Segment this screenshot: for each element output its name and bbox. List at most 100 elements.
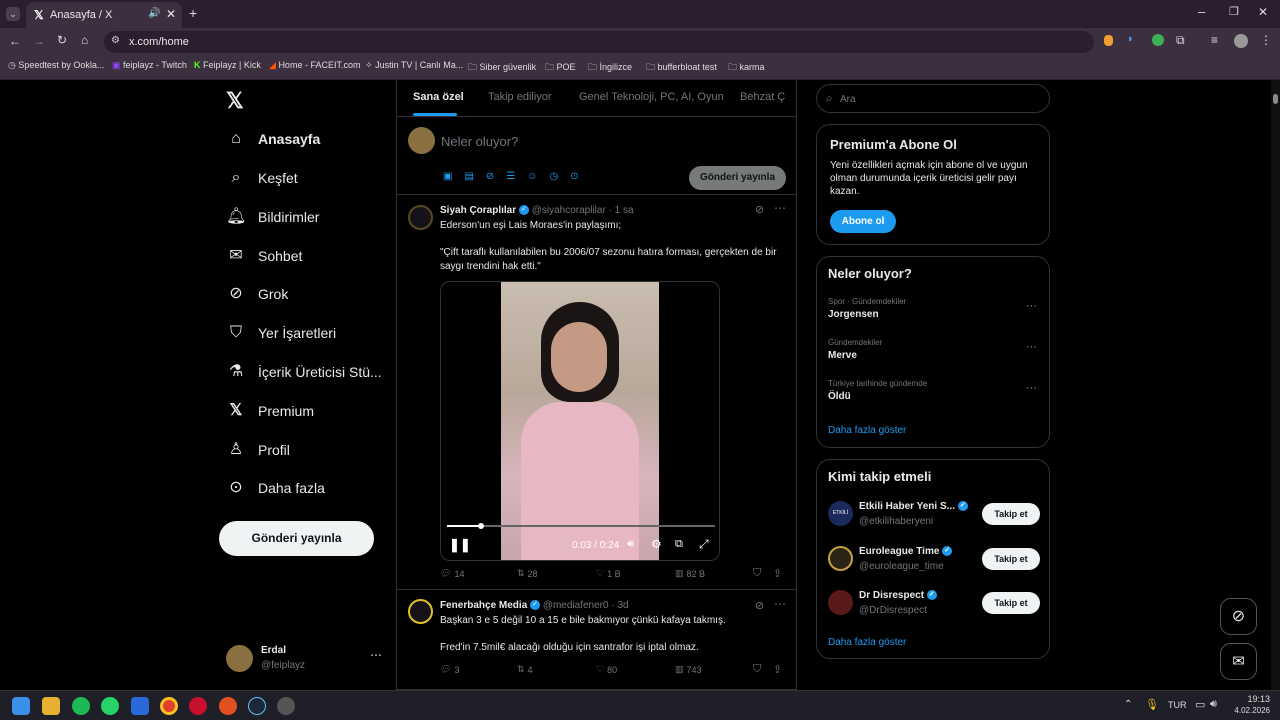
fullscreen-icon[interactable]: ⤢	[699, 537, 709, 552]
nav-creator-studio[interactable]: ⚗ İçerik Üreticisi Stü...	[226, 359, 382, 385]
like-button[interactable]: ♡ 80	[596, 664, 617, 675]
bookmark-item[interactable]: ◢ Home - FACEIT.com	[269, 60, 360, 71]
steam-icon[interactable]	[248, 697, 266, 715]
grok-icon[interactable]: ⊘	[755, 599, 764, 612]
avatar[interactable]	[408, 599, 433, 624]
video-progress-track[interactable]	[447, 523, 715, 529]
tab-search-icon[interactable]: ⌄	[6, 7, 20, 21]
chevron-up-icon[interactable]: ⌃	[1124, 699, 1132, 710]
compose-post-button[interactable]: Gönderi yayınla	[689, 166, 786, 190]
bookmark-item[interactable]: K Feiplayz | Kick	[194, 60, 261, 70]
picture-in-picture-icon[interactable]: ⧉	[675, 538, 683, 551]
like-button[interactable]: ♡ 1 B	[596, 568, 621, 579]
bookmark-item[interactable]: ✧ Justin TV | Canlı Ma...	[365, 60, 463, 71]
search-box[interactable]: ⌕ Ara	[816, 84, 1050, 113]
back-icon[interactable]: ←	[9, 34, 21, 48]
bookmark-folder[interactable]: 🗀 İngilizce	[588, 60, 632, 76]
minimize-icon[interactable]: –	[1198, 4, 1205, 19]
app-icon[interactable]	[131, 697, 149, 715]
follow-button[interactable]: Takip et	[982, 548, 1040, 570]
author-handle[interactable]: @mediafener0	[543, 600, 609, 611]
show-more-link[interactable]: Daha fazla göster	[828, 637, 906, 648]
grok-float-button[interactable]: ⊘	[1220, 598, 1257, 635]
video-player[interactable]: ❚❚ 0:03 / 0:24 🔊︎ ⚙ ⧉ ⤢	[440, 281, 720, 561]
compose-input[interactable]: Neler oluyor?	[441, 134, 518, 149]
nav-grok[interactable]: ⊘ Grok	[226, 281, 288, 307]
gif-icon[interactable]: ▤	[464, 171, 485, 182]
follow-button[interactable]: Takip et	[982, 592, 1040, 614]
chrome-icon[interactable]	[160, 697, 178, 715]
more-dots-icon[interactable]: ⋯	[774, 201, 786, 215]
nav-chat[interactable]: ✉ Sohbet	[226, 243, 302, 269]
reply-button[interactable]: 💬︎ 14	[440, 568, 464, 579]
nav-more[interactable]: ⊙ Daha fazla	[226, 475, 325, 501]
nav-bookmarks[interactable]: ⛉ Yer İşaretleri	[226, 320, 336, 346]
new-tab-icon[interactable]: +	[189, 5, 197, 21]
maximize-icon[interactable]: ❐	[1229, 5, 1239, 18]
repost-button[interactable]: ⇅ 4	[517, 664, 533, 675]
subscribe-button[interactable]: Abone ol	[830, 210, 896, 233]
search-input[interactable]: Ara	[840, 94, 856, 105]
nav-explore[interactable]: ⌕ Keşfet	[226, 165, 298, 191]
extension-icon[interactable]: ◗	[1127, 33, 1134, 45]
scrollbar-thumb[interactable]	[1273, 94, 1278, 104]
views-button[interactable]: ▥ 82 B	[675, 568, 705, 579]
more-dots-icon[interactable]: ⋯	[1026, 340, 1037, 353]
follow-suggestion[interactable]: Euroleague Time ✓ @euroleague_time Takip…	[817, 543, 1049, 579]
share-icon[interactable]: ⇪	[773, 663, 782, 676]
tab-for-you[interactable]: Sana özel	[413, 91, 464, 103]
author-name[interactable]: Siyah Çoraplılar	[440, 205, 516, 216]
clock-time[interactable]: 19:13	[1230, 694, 1270, 704]
extension-icon[interactable]	[1152, 34, 1164, 46]
show-more-link[interactable]: Daha fazla göster	[828, 425, 906, 436]
poll-icon[interactable]: ☰	[506, 171, 527, 182]
tab-list[interactable]: Genel Teknoloji, PC, AI, Oyun	[579, 91, 724, 103]
author-handle[interactable]: @siyahcoraplilar	[532, 205, 606, 216]
spotify-icon[interactable]	[72, 697, 90, 715]
more-dots-icon[interactable]: ⋯	[370, 648, 382, 662]
app-icon[interactable]	[277, 697, 295, 715]
whatsapp-icon[interactable]	[101, 697, 119, 715]
nav-home[interactable]: ⌂ Anasayfa	[226, 126, 320, 152]
forward-icon[interactable]: →	[33, 34, 45, 48]
account-switcher[interactable]: Erdal @feiplayz ⋯	[220, 638, 390, 678]
views-button[interactable]: ▥ 743	[675, 664, 702, 675]
avatar[interactable]	[408, 205, 433, 230]
clock-date[interactable]: 4.02.2026	[1226, 706, 1270, 715]
scrollbar[interactable]	[1271, 80, 1280, 690]
file-explorer-icon[interactable]	[42, 697, 60, 715]
image-icon[interactable]: ▣	[443, 171, 464, 182]
tab-audio-icon[interactable]: 🔊	[148, 8, 160, 19]
opera-icon[interactable]	[189, 697, 207, 715]
bookmark-icon[interactable]: ⛉	[753, 567, 761, 580]
reading-list-icon[interactable]: ≡	[1211, 33, 1218, 47]
follow-suggestion[interactable]: Dr Disrespect ✓ @DrDisrespect Takip et	[817, 587, 1049, 623]
author-name[interactable]: Fenerbahçe Media	[440, 600, 527, 611]
site-info-icon[interactable]: ⚙	[111, 35, 120, 46]
mic-icon[interactable]: 🎙︎	[1145, 698, 1159, 711]
menu-kebab-icon[interactable]: ⋮	[1260, 33, 1272, 47]
bookmark-folder[interactable]: 🗀 Siber güvenlik	[468, 60, 536, 76]
video-scrubber[interactable]	[477, 523, 484, 529]
bookmark-item[interactable]: ◷ Speedtest by Ookla...	[8, 60, 104, 71]
grok-icon[interactable]: ⊘	[755, 203, 764, 216]
profile-avatar-icon[interactable]	[1234, 34, 1248, 48]
trend-item[interactable]: Gündemdekiler Merve ⋯	[828, 338, 1040, 361]
more-dots-icon[interactable]: ⋯	[1026, 381, 1037, 394]
volume-icon[interactable]: 🔊︎	[1210, 698, 1217, 711]
schedule-icon[interactable]: ◷	[549, 171, 570, 182]
reload-icon[interactable]: ↻	[57, 33, 67, 47]
post-button[interactable]: Gönderi yayınla	[219, 521, 374, 556]
emoji-icon[interactable]: ☺	[527, 171, 549, 182]
volume-icon[interactable]: 🔊︎	[627, 538, 634, 551]
post-time[interactable]: · 3d	[611, 600, 628, 611]
bookmark-item[interactable]: ▣ feiplayz - Twitch	[112, 60, 187, 71]
more-dots-icon[interactable]: ⋯	[1026, 299, 1037, 312]
extension-icon[interactable]	[1104, 35, 1113, 46]
trend-item[interactable]: Spor · Gündemdekiler Jorgensen ⋯	[828, 297, 1040, 320]
post-time[interactable]: · 1 sa	[609, 205, 634, 216]
follow-button[interactable]: Takip et	[982, 503, 1040, 525]
tab-following[interactable]: Takip ediliyor	[488, 91, 552, 103]
x-logo-icon[interactable]: 𝕏	[226, 88, 244, 114]
follow-suggestion[interactable]: ETKİLİ Etkili Haber Yeni S... ✓ @etkilih…	[817, 498, 1049, 534]
